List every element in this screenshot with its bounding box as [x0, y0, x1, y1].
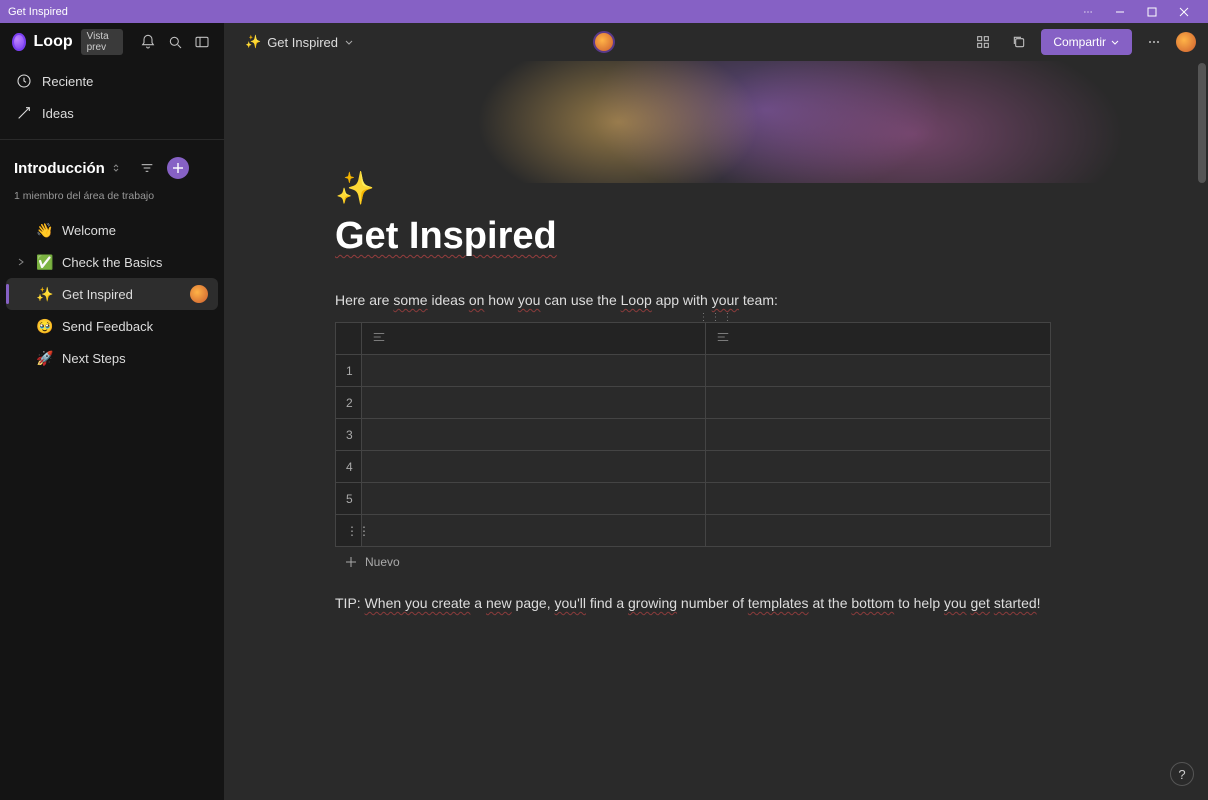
chevron-right-icon[interactable] — [16, 255, 28, 270]
breadcrumb-label: Get Inspired — [267, 35, 338, 50]
checkbox-icon: ✅ — [36, 254, 54, 271]
maximize-button[interactable] — [1136, 0, 1168, 23]
add-row-label: Nuevo — [365, 555, 400, 569]
cell[interactable] — [706, 387, 1051, 419]
more-icon[interactable] — [1140, 28, 1168, 56]
share-label: Compartir — [1053, 35, 1106, 49]
tree-item-label: Welcome — [62, 223, 116, 238]
close-button[interactable] — [1168, 0, 1200, 23]
tree-item-get-inspired[interactable]: ✨ Get Inspired — [6, 278, 218, 310]
table-row[interactable]: 5 — [336, 483, 1051, 515]
cell[interactable] — [362, 451, 706, 483]
cell[interactable] — [706, 355, 1051, 387]
table-row[interactable]: 3 — [336, 419, 1051, 451]
tip-text[interactable]: TIP: When you create a new page, you'll … — [335, 595, 1098, 611]
brand-name: Loop — [34, 33, 73, 51]
workspace-header[interactable]: Introducción — [0, 146, 224, 190]
cell[interactable] — [706, 419, 1051, 451]
cell[interactable] — [706, 483, 1051, 515]
scrollbar[interactable] — [1198, 63, 1206, 183]
panel-toggle-icon[interactable] — [193, 28, 212, 56]
sidebar-header: Loop Vista prev — [0, 23, 224, 61]
main-panel: ✨ Get Inspired Compartir — [225, 23, 1208, 800]
face-icon: 🥹 — [36, 318, 54, 335]
table-row[interactable]: 4 — [336, 451, 1051, 483]
share-button[interactable]: Compartir — [1041, 29, 1132, 55]
search-icon[interactable] — [166, 28, 185, 56]
row-number: 4 — [336, 451, 362, 483]
column-header-b[interactable] — [706, 323, 1051, 355]
tree-item-send-feedback[interactable]: 🥹 Send Feedback — [6, 310, 218, 342]
sidebar-item-ideas[interactable]: Ideas — [0, 97, 224, 129]
minimize-button[interactable] — [1104, 0, 1136, 23]
tree-item-label: Send Feedback — [62, 319, 153, 334]
column-drag-handle-icon[interactable]: ⋮⋮⋮ — [699, 312, 735, 323]
chevron-down-icon — [344, 37, 354, 47]
text-column-icon — [372, 332, 386, 347]
preview-badge: Vista prev — [81, 29, 123, 55]
presence-avatar[interactable] — [593, 31, 615, 53]
add-page-button[interactable] — [167, 157, 189, 179]
cell[interactable] — [706, 515, 1051, 547]
sparkle-icon: ✨ — [36, 286, 54, 303]
table-row[interactable]: 1 — [336, 355, 1051, 387]
add-row-button[interactable]: Nuevo — [335, 555, 1098, 569]
tree-item-next-steps[interactable]: 🚀 Next Steps — [6, 342, 218, 374]
ideas-table[interactable]: 1 2 3 4 5 ⋮⋮ — [335, 322, 1051, 547]
cell[interactable] — [706, 451, 1051, 483]
table-container: ⋮⋮⋮ 1 2 3 — [335, 322, 1098, 569]
loop-logo-icon — [12, 33, 26, 51]
filter-icon[interactable] — [133, 154, 161, 182]
document-scroll[interactable]: ✨ Get Inspired Here are some ideas on ho… — [225, 61, 1208, 800]
column-header-a[interactable] — [362, 323, 706, 355]
page-title[interactable]: Get Inspired — [335, 215, 557, 258]
sort-icon — [111, 163, 121, 173]
notifications-icon[interactable] — [139, 28, 158, 56]
workspace-title: Introducción — [14, 160, 105, 177]
titlebar-more-icon[interactable] — [1072, 0, 1104, 23]
presence-avatar — [190, 285, 208, 303]
cell[interactable] — [362, 419, 706, 451]
chevron-down-icon — [1110, 37, 1120, 47]
row-number: 2 — [336, 387, 362, 419]
copy-component-icon[interactable] — [1005, 28, 1033, 56]
table-row[interactable]: 2 — [336, 387, 1051, 419]
sidebar-item-recent[interactable]: Reciente — [0, 65, 224, 97]
window-title: Get Inspired — [8, 6, 68, 18]
row-number: 3 — [336, 419, 362, 451]
cover-image[interactable] — [225, 61, 1208, 183]
tree-item-check-basics[interactable]: ✅ Check the Basics — [6, 246, 218, 278]
sidebar-item-label: Ideas — [42, 106, 74, 121]
intro-text[interactable]: Here are some ideas on how you can use t… — [335, 292, 1098, 308]
tree-item-label: Check the Basics — [62, 255, 162, 270]
tree-item-label: Get Inspired — [62, 287, 133, 302]
main-toolbar: ✨ Get Inspired Compartir — [225, 23, 1208, 61]
tree-item-welcome[interactable]: 👋 Welcome — [6, 214, 218, 246]
apps-icon[interactable] — [969, 28, 997, 56]
cell[interactable] — [362, 355, 706, 387]
cell[interactable] — [362, 387, 706, 419]
wave-icon: 👋 — [36, 222, 54, 239]
workspace-subtitle: 1 miembro del área de trabajo — [0, 190, 224, 210]
sparkle-icon: ✨ — [245, 34, 261, 50]
page-tree: 👋 Welcome ✅ Check the Basics ✨ Get Inspi… — [0, 210, 224, 378]
titlebar: Get Inspired — [0, 0, 1208, 23]
sidebar-item-label: Reciente — [42, 74, 93, 89]
account-avatar[interactable] — [1176, 32, 1196, 52]
page-icon[interactable]: ✨ — [335, 169, 1098, 207]
row-drag-handle-icon[interactable]: ⋮⋮ — [336, 515, 362, 547]
cell[interactable] — [362, 483, 706, 515]
row-number-header — [336, 323, 362, 355]
help-button[interactable]: ? — [1170, 762, 1194, 786]
breadcrumb[interactable]: ✨ Get Inspired — [237, 30, 362, 54]
cell[interactable] — [362, 515, 706, 547]
table-row[interactable]: ⋮⋮ — [336, 515, 1051, 547]
text-column-icon — [716, 332, 730, 347]
rocket-icon: 🚀 — [36, 350, 54, 367]
row-number: 5 — [336, 483, 362, 515]
row-number: 1 — [336, 355, 362, 387]
tree-item-label: Next Steps — [62, 351, 126, 366]
sidebar: Loop Vista prev Reciente Ideas — [0, 23, 225, 800]
